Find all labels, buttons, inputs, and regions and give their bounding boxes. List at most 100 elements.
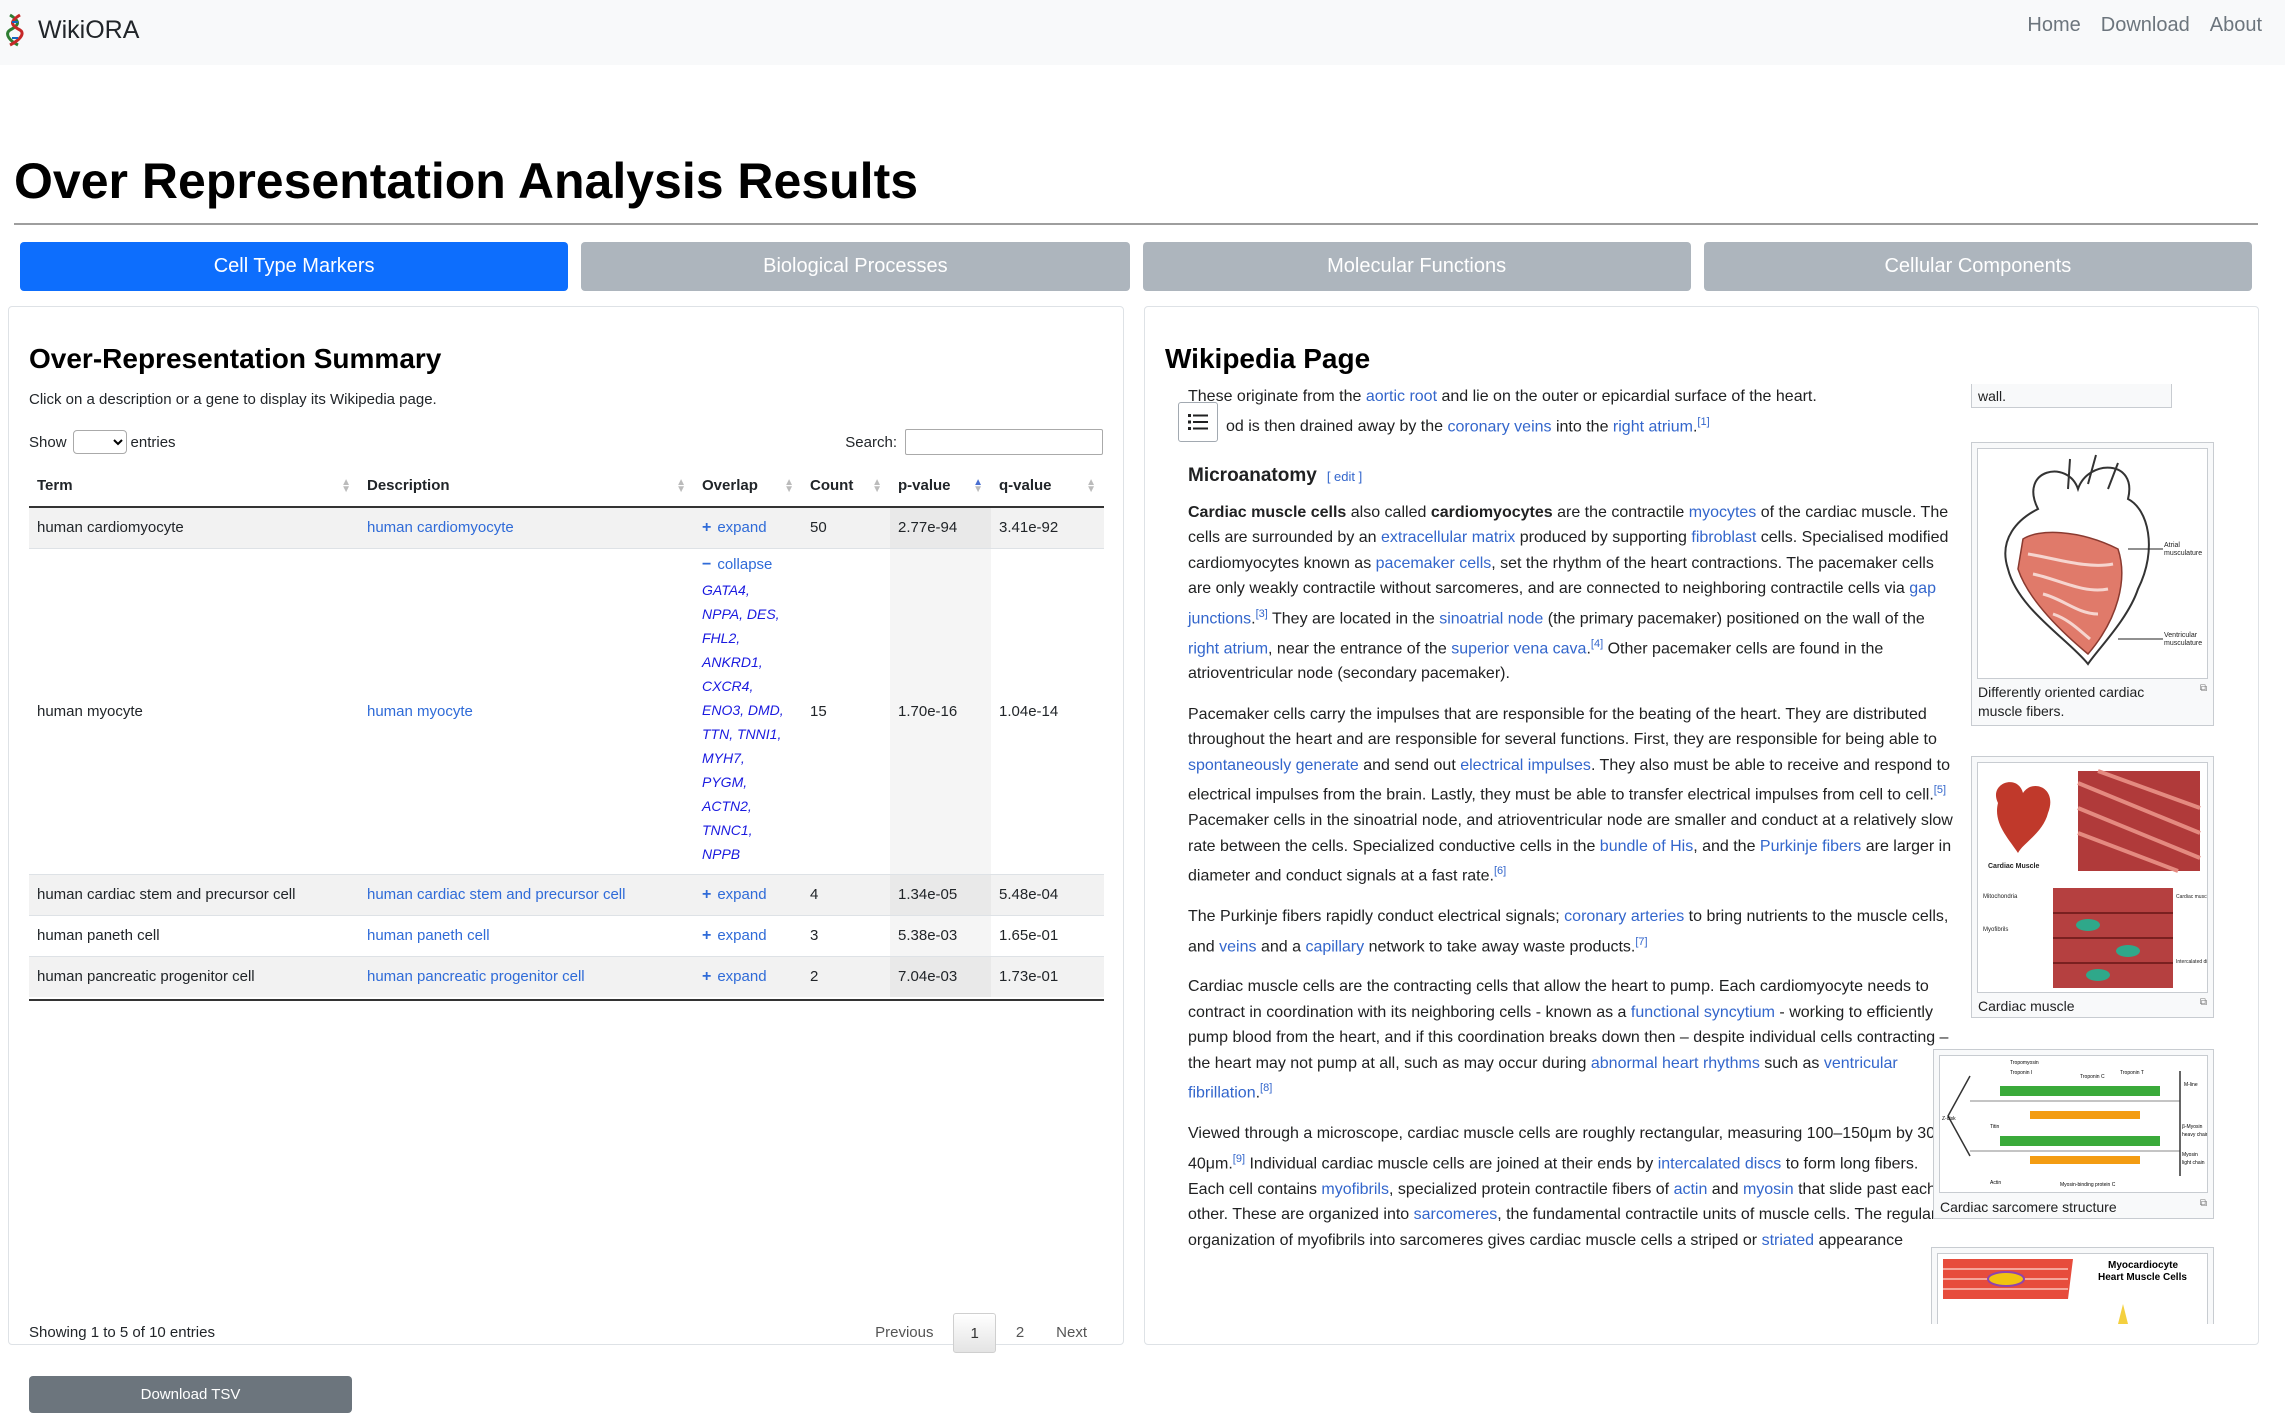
citation[interactable]: [8]	[1260, 1082, 1272, 1094]
text: (the primary pacemaker) positioned on th…	[1543, 610, 1925, 628]
wiki-link[interactable]: right atrium	[1188, 640, 1268, 657]
title-divider	[14, 223, 2258, 225]
description-link[interactable]: human cardiomyocyte	[367, 519, 514, 536]
gene-link[interactable]: GATA4,	[702, 578, 794, 602]
tab-molecular-functions[interactable]: Molecular Functions	[1142, 242, 1691, 291]
wiki-link[interactable]: pacemaker cells	[1376, 555, 1492, 572]
citation[interactable]: [4]	[1591, 638, 1603, 650]
description-link[interactable]: human myocyte	[367, 703, 473, 720]
tab-cellular-components[interactable]: Cellular Components	[1703, 242, 2252, 291]
expand-toggle[interactable]: + expand	[702, 968, 767, 985]
citation[interactable]: [9]	[1233, 1153, 1245, 1165]
wiki-link[interactable]: abnormal heart rhythms	[1591, 1055, 1760, 1072]
wiki-link[interactable]: sarcomeres	[1414, 1206, 1498, 1223]
enlarge-icon[interactable]: ⧉	[2200, 1198, 2207, 1209]
wiki-link[interactable]: actin	[1674, 1181, 1708, 1198]
search-input[interactable]	[905, 429, 1103, 455]
wiki-link[interactable]: striated	[1762, 1232, 1814, 1249]
pagination-page-2[interactable]: 2	[1000, 1313, 1040, 1353]
nav-about-link[interactable]: About	[2210, 14, 2262, 37]
column-header-term[interactable]: Term ▲ ▼	[29, 465, 359, 508]
description-link[interactable]: human cardiac stem and precursor cell	[367, 886, 625, 903]
gene-link[interactable]: TTN, TNNI1,	[702, 722, 794, 746]
category-tabs: Cell Type Markers Biological Processes M…	[20, 242, 2252, 291]
heart-fibers-image[interactable]: Atrial musculature Ventricular musculatu…	[1977, 448, 2208, 679]
wiki-link[interactable]: superior vena cava	[1451, 640, 1586, 657]
enlarge-icon[interactable]: ⧉	[2200, 683, 2207, 694]
column-header-description[interactable]: Description ▲ ▼	[359, 465, 694, 508]
page-length-select[interactable]	[72, 430, 127, 454]
column-header-count[interactable]: Count ▲ ▼	[802, 465, 890, 508]
pagination-next[interactable]: Next	[1040, 1313, 1103, 1353]
wiki-link[interactable]: spontaneously generate	[1188, 757, 1359, 774]
pagination-previous[interactable]: Previous	[859, 1313, 949, 1353]
column-header-p-value[interactable]: p-value ▲ ▼	[890, 465, 991, 508]
wiki-link[interactable]: functional syncytium	[1631, 1004, 1775, 1021]
gene-link[interactable]: FHL2,	[702, 626, 794, 650]
wiki-link[interactable]: aortic root	[1366, 388, 1437, 405]
wiki-link[interactable]: fibroblast	[1691, 529, 1756, 546]
overlap-cell: + expand	[694, 914, 802, 956]
expand-toggle[interactable]: + expand	[702, 519, 767, 536]
edit-section-link[interactable]: [ edit ]	[1327, 469, 1362, 484]
citation[interactable]: [6]	[1494, 865, 1506, 877]
citation[interactable]: [1]	[1697, 416, 1709, 428]
wiki-link[interactable]: bundle of His	[1600, 838, 1693, 855]
gene-link[interactable]: ANKRD1,	[702, 650, 794, 674]
wiki-link[interactable]: extracellular matrix	[1381, 529, 1515, 546]
wiki-link[interactable]: coronary veins	[1447, 418, 1551, 435]
gene-link[interactable]: ENO3, DMD,	[702, 698, 794, 722]
count-cell: 3	[802, 914, 890, 956]
wikipedia-frame[interactable]: These originate from the aortic root and…	[1164, 384, 2239, 1324]
tab-cell-type-markers[interactable]: Cell Type Markers	[20, 242, 569, 291]
gene-link[interactable]: NPPA, DES,	[702, 602, 794, 626]
sarcomere-image[interactable]: Tropomyosin Troponin I Troponin C Tropon…	[1939, 1055, 2208, 1193]
section-heading: Microanatomy [ edit ]	[1188, 463, 1958, 490]
description-link[interactable]: human paneth cell	[367, 927, 490, 944]
cardiac-muscle-image[interactable]: Cardiac Muscle Mitochondria Myofibrils C…	[1977, 762, 2208, 993]
wiki-link[interactable]: coronary arteries	[1564, 908, 1684, 925]
text: Pacemaker cells carry the impulses that …	[1188, 705, 1937, 749]
gene-link[interactable]: MYH7,	[702, 746, 794, 770]
citation[interactable]: [7]	[1635, 936, 1647, 948]
figure-cardiac-muscle: Cardiac Muscle Mitochondria Myofibrils C…	[1971, 756, 2214, 1018]
nav-download-link[interactable]: Download	[2101, 14, 2190, 37]
wiki-link[interactable]: capillary	[1305, 938, 1364, 955]
wiki-link[interactable]: myofibrils	[1321, 1181, 1389, 1198]
citation[interactable]: [3]	[1256, 608, 1268, 620]
tab-biological-processes[interactable]: Biological Processes	[581, 242, 1130, 291]
enlarge-icon[interactable]: ⧉	[2200, 997, 2207, 1008]
figure-caption: wall.	[1978, 388, 2007, 404]
wiki-link[interactable]: electrical impulses	[1460, 757, 1591, 774]
myocardiocyte-image[interactable]: Myocardiocyte Heart Muscle Cells	[1937, 1253, 2208, 1324]
collapse-toggle[interactable]: − collapse	[702, 556, 772, 573]
muscle-illustration: Cardiac Muscle Mitochondria Myofibrils C…	[1978, 763, 2207, 992]
article-paragraph: Cardiac muscle cells are the contracting…	[1188, 978, 1949, 1102]
gene-link[interactable]: TNNC1,	[702, 818, 794, 842]
citation[interactable]: [5]	[1934, 784, 1946, 796]
column-header-overlap[interactable]: Overlap ▲ ▼	[694, 465, 802, 508]
table-of-contents-button[interactable]	[1178, 402, 1218, 442]
description-link[interactable]: human pancreatic progenitor cell	[367, 968, 585, 985]
gene-link[interactable]: NPPB	[702, 842, 794, 866]
wiki-link[interactable]: intercalated discs	[1658, 1155, 1782, 1172]
gene-link[interactable]: CXCR4,	[702, 674, 794, 698]
expand-toggle[interactable]: + expand	[702, 886, 767, 903]
column-header-label: p-value	[898, 477, 951, 494]
nav-home-link[interactable]: Home	[2027, 14, 2080, 37]
brand-name[interactable]: WikiORA	[38, 16, 139, 45]
wiki-link[interactable]: right atrium	[1613, 418, 1693, 435]
wiki-link[interactable]: Purkinje fibers	[1760, 838, 1861, 855]
pagination-page-1[interactable]: 1	[953, 1313, 996, 1353]
gene-link[interactable]: PYGM,	[702, 770, 794, 794]
download-tsv-button[interactable]: Download TSV	[29, 1376, 352, 1413]
gene-link[interactable]: ACTN2,	[702, 794, 794, 818]
figure-label: Mitochondria	[1983, 894, 2018, 900]
brand[interactable]: WikiORA	[6, 13, 139, 47]
wiki-link[interactable]: sinoatrial node	[1439, 610, 1543, 627]
column-header-q-value[interactable]: q-value ▲ ▼	[991, 465, 1104, 508]
wiki-link[interactable]: myocytes	[1689, 504, 1757, 521]
wiki-link[interactable]: veins	[1219, 938, 1256, 955]
wiki-link[interactable]: myosin	[1743, 1181, 1794, 1198]
expand-toggle[interactable]: + expand	[702, 927, 767, 944]
